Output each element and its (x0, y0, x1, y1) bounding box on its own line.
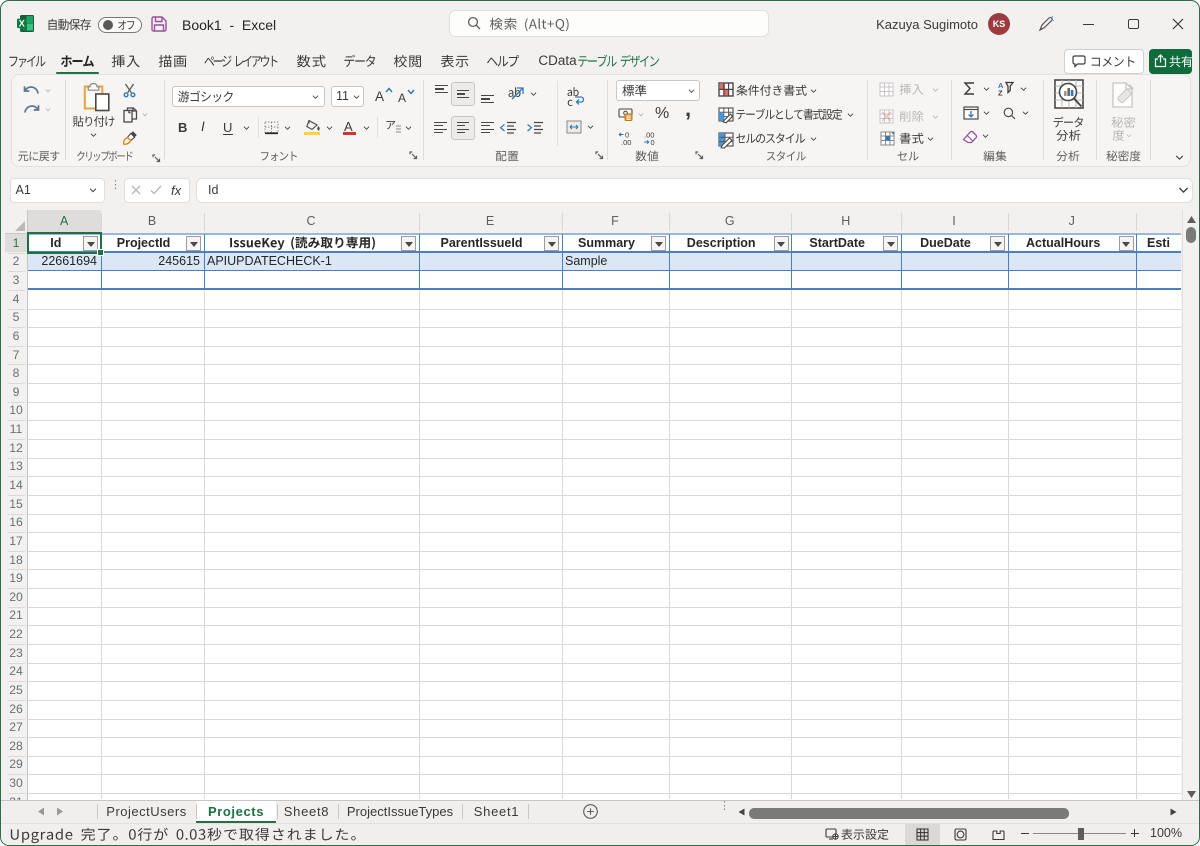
svg-text:.00: .00 (621, 138, 631, 147)
svg-text:Z: Z (998, 89, 1003, 98)
svg-text:0: 0 (651, 138, 655, 147)
svg-text:X: X (19, 19, 25, 29)
